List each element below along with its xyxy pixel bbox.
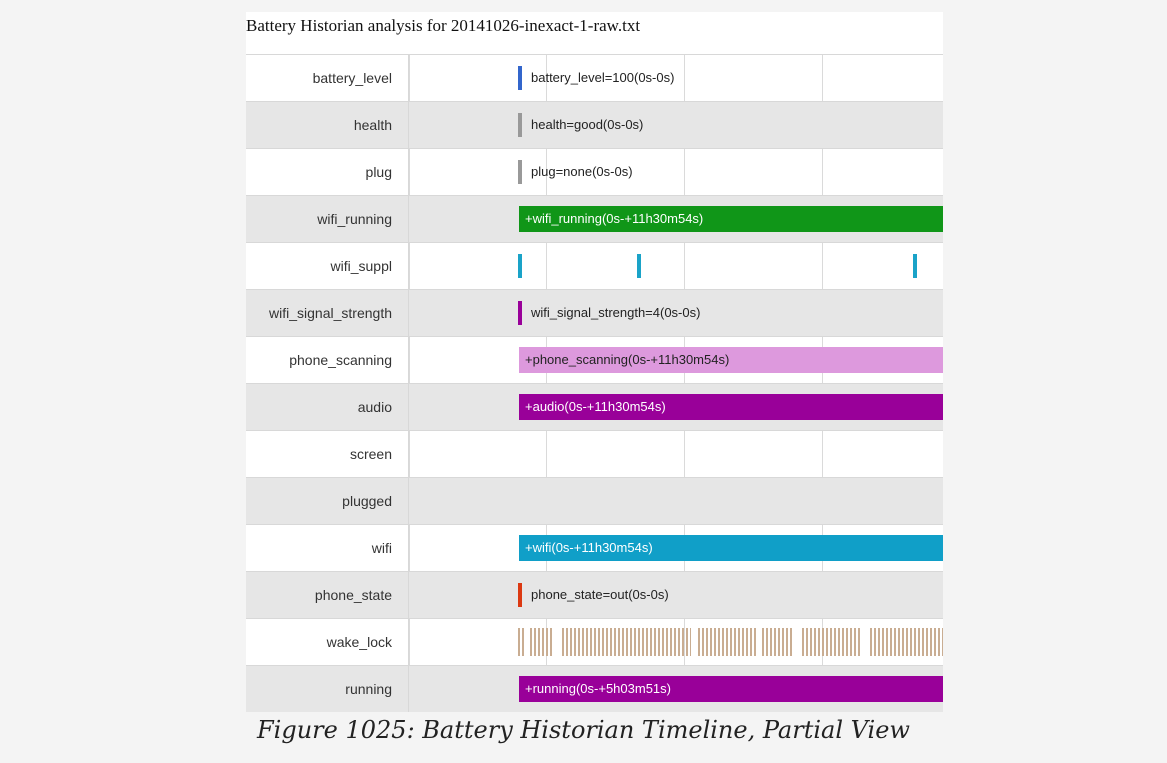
timeline-row-wifi: wifi +wifi(0s-+11h30m54s)	[246, 524, 943, 571]
wake-lock-gap	[794, 628, 800, 656]
wake-lock-events[interactable]	[518, 628, 943, 656]
timeline-row-plugged: plugged	[246, 477, 943, 524]
row-label: wifi_signal_strength	[246, 290, 409, 336]
timeline-rows: battery_level battery_level=100(0s-0s) h…	[246, 54, 943, 712]
row-label: audio	[246, 384, 409, 430]
row-label: screen	[246, 431, 409, 477]
wake-lock-gap	[691, 628, 697, 656]
event-label: wifi_signal_strength=4(0s-0s)	[531, 305, 701, 320]
timeline-row-wifi-running: wifi_running +wifi_running(0s-+11h30m54s…	[246, 195, 943, 242]
event-tick[interactable]	[518, 301, 522, 325]
timeline-row-health: health health=good(0s-0s)	[246, 101, 943, 148]
row-label: phone_scanning	[246, 337, 409, 383]
event-tick[interactable]	[518, 583, 522, 607]
timeline-row-plug: plug plug=none(0s-0s)	[246, 148, 943, 195]
event-tick[interactable]	[518, 160, 522, 184]
row-label: wifi	[246, 525, 409, 571]
timeline-row-audio: audio +audio(0s-+11h30m54s)	[246, 383, 943, 430]
event-tick[interactable]	[518, 254, 522, 278]
wake-lock-gap	[524, 628, 530, 656]
row-label: running	[246, 666, 409, 712]
row-label: wifi_running	[246, 196, 409, 242]
timeline-row-phone-state: phone_state phone_state=out(0s-0s)	[246, 571, 943, 618]
event-tick[interactable]	[518, 113, 522, 137]
wake-lock-gap	[554, 628, 560, 656]
timeline-row-screen: screen	[246, 430, 943, 477]
event-bar[interactable]: +phone_scanning(0s-+11h30m54s)	[519, 347, 943, 373]
row-label: wifi_suppl	[246, 243, 409, 289]
row-label: wake_lock	[246, 619, 409, 665]
timeline-row-battery-level: battery_level battery_level=100(0s-0s)	[246, 54, 943, 101]
timeline-row-phone-scanning: phone_scanning +phone_scanning(0s-+11h30…	[246, 336, 943, 383]
row-label: plug	[246, 149, 409, 195]
row-label: health	[246, 102, 409, 148]
wake-lock-gap	[862, 628, 868, 656]
wake-lock-gap	[756, 628, 762, 656]
page-title: Battery Historian analysis for 20141026-…	[246, 16, 641, 35]
figure-caption: Figure 1025: Battery Historian Timeline,…	[257, 716, 910, 744]
event-bar[interactable]: +wifi_running(0s-+11h30m54s)	[519, 206, 943, 232]
event-tick[interactable]	[637, 254, 641, 278]
event-label: phone_state=out(0s-0s)	[531, 587, 669, 602]
event-bar[interactable]: +running(0s-+5h03m51s)	[519, 676, 943, 702]
timeline-row-wifi-suppl: wifi_suppl	[246, 242, 943, 289]
event-bar[interactable]: +audio(0s-+11h30m54s)	[519, 394, 943, 420]
row-label: phone_state	[246, 572, 409, 618]
historian-panel: Battery Historian analysis for 20141026-…	[246, 12, 943, 712]
row-label: battery_level	[246, 55, 409, 101]
event-label: plug=none(0s-0s)	[531, 164, 633, 179]
row-label: plugged	[246, 478, 409, 524]
event-label: battery_level=100(0s-0s)	[531, 70, 675, 85]
event-label: health=good(0s-0s)	[531, 117, 644, 132]
event-tick[interactable]	[913, 254, 917, 278]
event-tick[interactable]	[518, 66, 522, 90]
timeline-row-wifi-signal-strength: wifi_signal_strength wifi_signal_strengt…	[246, 289, 943, 336]
timeline-row-running: running +running(0s-+5h03m51s)	[246, 665, 943, 712]
event-bar[interactable]: +wifi(0s-+11h30m54s)	[519, 535, 943, 561]
timeline-row-wake-lock: wake_lock	[246, 618, 943, 665]
